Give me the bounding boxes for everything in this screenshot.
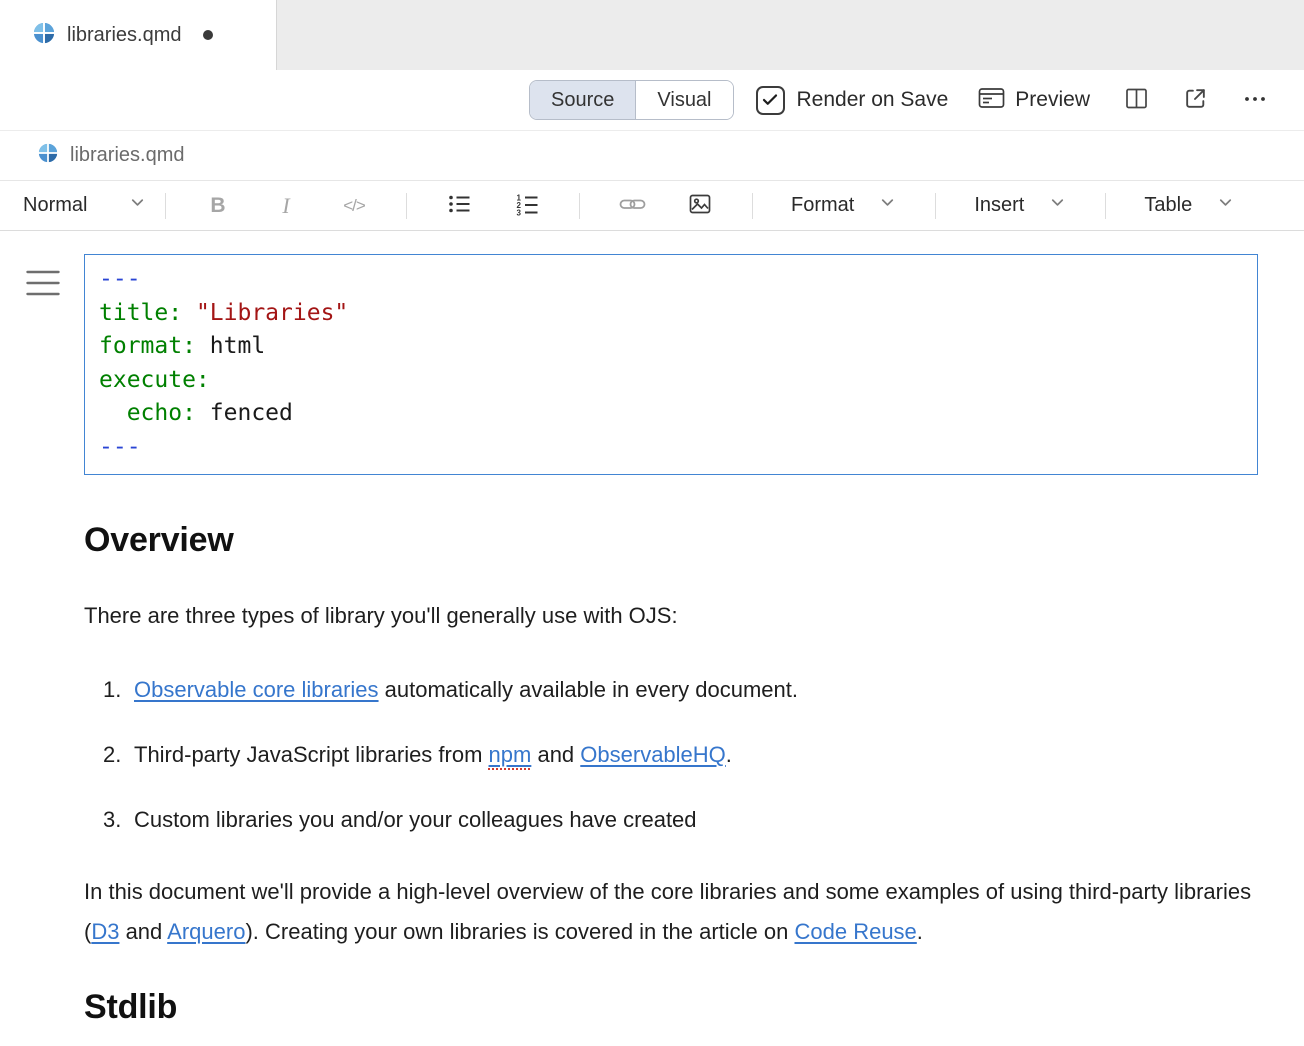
render-on-save-label: Render on Save xyxy=(797,88,949,112)
list-number: 2. xyxy=(103,739,121,771)
unsaved-changes-dot[interactable] xyxy=(203,30,213,40)
list-item-text: automatically available in every documen… xyxy=(379,677,798,702)
format-menu-label: Format xyxy=(791,194,854,217)
bold-icon: B xyxy=(210,194,225,218)
editor-toolbar: Source Visual Render on Save Preview xyxy=(0,70,1304,131)
yaml-line: title: "Libraries" xyxy=(99,297,1243,331)
toolbar-divider xyxy=(752,193,753,219)
numbered-list-button[interactable]: 123 xyxy=(493,186,561,226)
quarto-editor-window: libraries.qmd Source Visual Render on Sa… xyxy=(0,0,1304,1046)
yaml-line: execute: xyxy=(99,364,1243,398)
paragraph-text: and xyxy=(119,919,167,944)
table-menu[interactable]: Table xyxy=(1124,193,1255,218)
tab-bar: libraries.qmd xyxy=(0,0,1304,70)
tab-libraries-qmd[interactable]: libraries.qmd xyxy=(0,0,277,70)
image-icon xyxy=(688,192,712,219)
table-menu-label: Table xyxy=(1144,194,1192,217)
link-d3[interactable]: D3 xyxy=(91,919,119,944)
visual-mode-button[interactable]: Visual xyxy=(636,81,732,119)
yaml-line: --- xyxy=(99,431,1243,465)
link-observable-core-libraries[interactable]: Observable core libraries xyxy=(134,677,379,702)
numbered-list: 1. Observable core libraries automaticall… xyxy=(84,674,1258,836)
toolbar-divider xyxy=(406,193,407,219)
intro-paragraph: There are three types of library you'll … xyxy=(84,600,1258,632)
insert-menu-label: Insert xyxy=(974,194,1024,217)
link-button[interactable] xyxy=(598,186,666,226)
toolbar-divider xyxy=(935,193,936,219)
formatting-toolbar: Normal B I </> 123 xyxy=(0,181,1304,231)
link-observablehq[interactable]: ObservableHQ xyxy=(580,742,726,767)
yaml-front-matter-block[interactable]: --- title: "Libraries" format: html exec… xyxy=(84,254,1258,475)
link-icon xyxy=(619,192,646,219)
source-mode-button[interactable]: Source xyxy=(530,81,636,119)
list-number: 3. xyxy=(103,804,121,836)
image-button[interactable] xyxy=(666,186,734,226)
split-editor-icon xyxy=(1124,86,1149,114)
toolbar-divider xyxy=(579,193,580,219)
italic-icon: I xyxy=(282,193,289,219)
visual-editor-body[interactable]: --- title: "Libraries" format: html exec… xyxy=(0,231,1304,1027)
more-actions-button[interactable] xyxy=(1238,83,1272,118)
link-arquero[interactable]: Arquero xyxy=(167,919,245,944)
chevron-down-icon xyxy=(1048,193,1067,218)
yaml-line: echo: fenced xyxy=(99,397,1243,431)
paragraph-text: ). Creating your own libraries is covere… xyxy=(245,919,794,944)
preview-icon xyxy=(978,86,1005,115)
list-item-text: . xyxy=(726,742,732,767)
paragraph-style-value: Normal xyxy=(23,194,87,217)
heading-overview: Overview xyxy=(84,521,1258,560)
italic-button[interactable]: I xyxy=(252,186,320,226)
breadcrumb-filename: libraries.qmd xyxy=(70,144,184,167)
external-link-icon xyxy=(1183,86,1208,114)
preview-button[interactable]: Preview xyxy=(978,86,1090,115)
checkmark-icon xyxy=(761,91,779,109)
bold-button[interactable]: B xyxy=(184,186,252,226)
link-npm[interactable]: npm xyxy=(489,742,532,767)
insert-menu[interactable]: Insert xyxy=(954,193,1087,218)
toolbar-divider xyxy=(165,193,166,219)
list-item: 3. Custom libraries you and/or your colle… xyxy=(84,804,1258,836)
quarto-file-icon xyxy=(33,22,55,49)
mode-toggle: Source Visual xyxy=(529,80,734,120)
list-item: 1. Observable core libraries automaticall… xyxy=(84,674,1258,706)
yaml-line: format: html xyxy=(99,330,1243,364)
link-code-reuse[interactable]: Code Reuse xyxy=(794,919,916,944)
quarto-breadcrumb-icon xyxy=(38,143,58,168)
render-on-save-toggle[interactable]: Render on Save xyxy=(756,86,949,115)
list-item: 2.Third-party JavaScript libraries from … xyxy=(84,739,1258,771)
yaml-line: --- xyxy=(99,263,1243,297)
spellcheck-underline: npm xyxy=(489,742,532,767)
bullet-list-button[interactable] xyxy=(425,186,493,226)
chevron-down-icon xyxy=(128,193,147,218)
list-item-text: Third-party JavaScript libraries from xyxy=(134,742,489,767)
chevron-down-icon xyxy=(878,193,897,218)
preview-label: Preview xyxy=(1015,88,1090,112)
bullet-list-icon xyxy=(447,192,472,219)
block-drag-handle[interactable] xyxy=(26,269,60,302)
breadcrumb: libraries.qmd xyxy=(0,131,1304,181)
split-editor-button[interactable] xyxy=(1120,82,1153,118)
format-menu[interactable]: Format xyxy=(771,193,917,218)
toolbar-divider xyxy=(1105,193,1106,219)
chevron-down-icon xyxy=(1216,193,1235,218)
code-button[interactable]: </> xyxy=(320,186,388,226)
tab-title: libraries.qmd xyxy=(67,24,181,47)
closing-paragraph: In this document we'll provide a high-le… xyxy=(84,872,1258,952)
ellipsis-icon xyxy=(1242,87,1268,114)
list-item-text: Custom libraries you and/or your colleag… xyxy=(134,807,697,832)
svg-text:3: 3 xyxy=(516,209,521,217)
list-number: 1. xyxy=(103,674,121,706)
hamburger-icon xyxy=(26,269,60,297)
paragraph-text: . xyxy=(917,919,923,944)
open-external-button[interactable] xyxy=(1179,82,1212,118)
render-on-save-checkbox[interactable] xyxy=(756,86,785,115)
code-icon: </> xyxy=(343,196,365,216)
paragraph-style-dropdown[interactable]: Normal xyxy=(23,193,147,218)
list-item-text: and xyxy=(531,742,580,767)
heading-stdlib: Stdlib xyxy=(84,988,1258,1027)
numbered-list-icon: 123 xyxy=(515,192,540,219)
